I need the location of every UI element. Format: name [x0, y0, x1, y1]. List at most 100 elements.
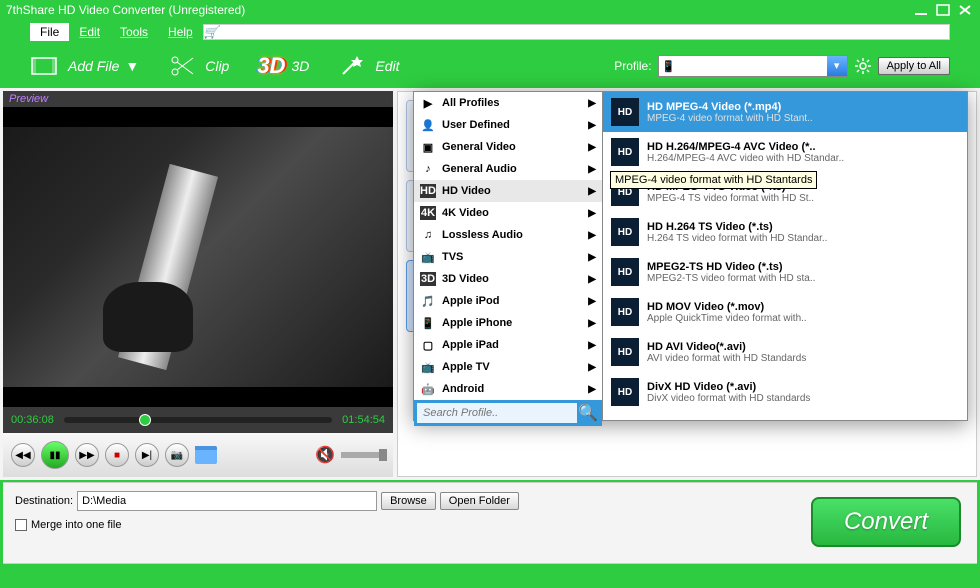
category-label: 3D Video — [442, 273, 489, 285]
chevron-down-icon: ▼ — [125, 58, 139, 74]
timeline-thumb[interactable] — [139, 414, 151, 426]
maximize-button[interactable] — [934, 3, 952, 17]
snapshot-button[interactable]: 📷 — [165, 443, 189, 467]
destination-input[interactable] — [77, 491, 377, 511]
category-item[interactable]: ♪General Audio▶ — [414, 158, 602, 180]
chevron-right-icon: ▶ — [588, 340, 596, 351]
merge-label: Merge into one file — [31, 519, 122, 531]
category-item[interactable]: 📱Apple iPhone▶ — [414, 312, 602, 334]
category-icon: ♪ — [420, 162, 436, 176]
register-button[interactable]: ✎ Register — [298, 25, 357, 39]
chevron-down-icon[interactable]: ▾ — [827, 56, 847, 76]
search-icon[interactable]: 🔍 — [577, 403, 599, 423]
3d-icon: 3D — [257, 53, 285, 79]
profile-option[interactable]: HDHD H.264 TS Video (*.ts)H.264 TS video… — [603, 212, 967, 252]
category-item[interactable]: 🤖Android▶ — [414, 378, 602, 400]
profile-option[interactable]: HDHD AVI Video(*.avi)AVI video format wi… — [603, 332, 967, 372]
chevron-right-icon: ▶ — [588, 274, 596, 285]
mute-icon[interactable]: 🔇 — [315, 445, 335, 465]
merge-checkbox[interactable] — [15, 519, 27, 531]
chevron-right-icon: ▶ — [588, 164, 596, 175]
profile-select[interactable]: 📱 iPhone 5S/5C M4V Video(*.m4 ▾ — [658, 55, 848, 77]
profile-desc: DivX video format with HD standards — [647, 393, 810, 404]
category-label: 4K Video — [442, 207, 489, 219]
profile-categories: ▶All Profiles▶👤User Defined▶▣General Vid… — [413, 91, 603, 421]
category-item[interactable]: 🎵Apple iPod▶ — [414, 290, 602, 312]
preview-panel: Preview 00:36:08 01:54:54 ◀◀ ▮▮ ▶▶ ■ ▶| … — [3, 91, 393, 477]
open-folder-button[interactable]: Open Folder — [440, 492, 519, 510]
profile-desc: AVI video format with HD Standards — [647, 353, 806, 364]
chevron-right-icon: ▶ — [588, 142, 596, 153]
category-item[interactable]: ▣General Video▶ — [414, 136, 602, 158]
profile-desc: H.264/MPEG-4 AVC video with HD Standar.. — [647, 153, 844, 164]
preview-video[interactable] — [3, 107, 393, 407]
category-item[interactable]: 3D3D Video▶ — [414, 268, 602, 290]
category-item[interactable]: 📺Apple TV▶ — [414, 356, 602, 378]
category-item[interactable]: ♫Lossless Audio▶ — [414, 224, 602, 246]
profile-search: 🔍 — [414, 400, 602, 426]
menu-tools[interactable]: Tools — [110, 23, 158, 41]
next-button[interactable]: ▶▶ — [75, 443, 99, 467]
category-item[interactable]: 4K4K Video▶ — [414, 202, 602, 224]
clip-button[interactable]: Clip — [167, 52, 229, 80]
phone-icon: 📱 — [659, 60, 679, 73]
profile-option[interactable]: HDMPEG2-TS HD Video (*.ts)MPEG2-TS video… — [603, 252, 967, 292]
category-icon: 🎵 — [420, 294, 436, 308]
profile-value: iPhone 5S/5C M4V Video(*.m4 — [679, 60, 827, 72]
timeline-track[interactable] — [64, 417, 332, 423]
film-icon — [30, 52, 62, 80]
destination-label: Destination: — [15, 495, 73, 507]
chevron-right-icon: ▶ — [588, 318, 596, 329]
chevron-right-icon: ▶ — [588, 120, 596, 131]
wand-icon — [337, 52, 369, 80]
chevron-right-icon: ▶ — [588, 230, 596, 241]
menu-edit[interactable]: Edit — [69, 23, 110, 41]
profile-subitems: HDHD MPEG-4 Video (*.mp4)MPEG-4 video fo… — [603, 91, 968, 421]
chevron-right-icon: ▶ — [588, 252, 596, 263]
category-item[interactable]: 📺TVS▶ — [414, 246, 602, 268]
profile-desc: H.264 TS video format with HD Standar.. — [647, 233, 827, 244]
buy-now-button[interactable]: 🛒 Buy Now — [204, 25, 271, 39]
category-label: Android — [442, 383, 484, 395]
category-item[interactable]: ▢Apple iPad▶ — [414, 334, 602, 356]
profile-desc: MPEG-4 TS video format with HD St.. — [647, 193, 814, 204]
profile-title: HD H.264/MPEG-4 AVC Video (*.. — [647, 141, 844, 153]
3d-button[interactable]: 3D 3D — [257, 53, 309, 79]
pause-button[interactable]: ▮▮ — [41, 441, 69, 469]
menu-file[interactable]: File — [30, 23, 69, 41]
category-label: User Defined — [442, 119, 510, 131]
add-file-button[interactable]: Add File ▼ — [30, 52, 139, 80]
category-icon: 🤖 — [420, 382, 436, 396]
close-button[interactable] — [956, 3, 974, 17]
browse-button[interactable]: Browse — [381, 492, 436, 510]
category-item[interactable]: HDHD Video▶ — [414, 180, 602, 202]
menu-help[interactable]: Help — [158, 23, 203, 41]
snapshot-folder-button[interactable] — [195, 446, 217, 464]
hd-icon: HD — [611, 378, 639, 406]
profile-title: HD AVI Video(*.avi) — [647, 341, 806, 353]
gear-icon[interactable] — [854, 57, 872, 75]
profile-option[interactable]: HDHD MOV Video (*.mov)Apple QuickTime vi… — [603, 292, 967, 332]
volume-slider[interactable] — [341, 452, 385, 458]
stop-button[interactable]: ■ — [105, 443, 129, 467]
category-icon: ▶ — [420, 96, 436, 110]
profile-option[interactable]: HDDivX HD Video (*.avi)DivX video format… — [603, 372, 967, 412]
profile-option[interactable]: HD HD H.264/MPEG-4 AVC Video (*..H.264/MP… — [603, 132, 967, 172]
hd-icon: HD — [611, 138, 639, 166]
player-controls: ◀◀ ▮▮ ▶▶ ■ ▶| 📷 🔇 — [3, 433, 393, 477]
category-item[interactable]: 👤User Defined▶ — [414, 114, 602, 136]
time-total: 01:54:54 — [342, 414, 385, 426]
search-input[interactable] — [417, 403, 577, 423]
convert-button[interactable]: Convert — [811, 497, 961, 547]
edit-button[interactable]: Edit — [337, 52, 399, 80]
category-label: General Video — [442, 141, 516, 153]
apply-to-all-button[interactable]: Apply to All — [878, 57, 950, 75]
profile-option[interactable]: HDHD MPEG-4 Video (*.mp4)MPEG-4 video fo… — [603, 92, 967, 132]
category-label: Apple TV — [442, 361, 490, 373]
category-icon: ♫ — [420, 228, 436, 242]
minimize-button[interactable] — [912, 3, 930, 17]
step-button[interactable]: ▶| — [135, 443, 159, 467]
prev-button[interactable]: ◀◀ — [11, 443, 35, 467]
chevron-right-icon: ▶ — [588, 296, 596, 307]
category-item[interactable]: ▶All Profiles▶ — [414, 92, 602, 114]
